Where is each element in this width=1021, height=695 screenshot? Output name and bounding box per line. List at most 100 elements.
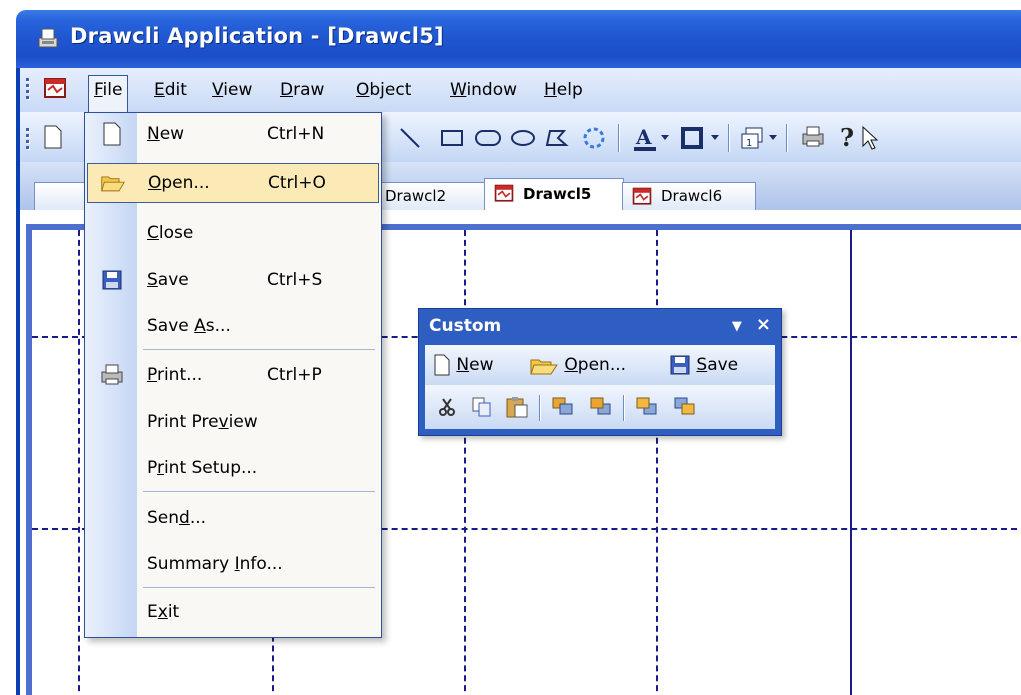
menu-view[interactable]: View bbox=[206, 76, 258, 104]
ole-object-icon[interactable] bbox=[580, 124, 608, 152]
toolbar-options-icon[interactable]: ▼ bbox=[732, 319, 742, 334]
rectangle-tool-icon[interactable] bbox=[440, 126, 464, 150]
save-disk-icon bbox=[102, 270, 122, 290]
tab-drawcl5[interactable]: Drawcl5 bbox=[484, 178, 624, 211]
close-icon[interactable]: × bbox=[756, 314, 771, 335]
send-backward-icon[interactable] bbox=[673, 396, 697, 418]
menu-item-label: Close bbox=[147, 223, 194, 243]
menu-item-open[interactable]: Open... Ctrl+O bbox=[87, 163, 379, 203]
toolbar-separator bbox=[623, 395, 624, 421]
menu-edit[interactable]: Edit bbox=[148, 76, 193, 104]
menu-file[interactable]: File bbox=[88, 75, 129, 112]
toolbar-separator bbox=[786, 124, 787, 152]
new-document-icon bbox=[434, 354, 450, 376]
menu-item-send[interactable]: Send... bbox=[85, 499, 381, 539]
grid-line bbox=[78, 230, 80, 695]
menu-item-new[interactable]: New Ctrl+N bbox=[85, 115, 381, 155]
menu-separator bbox=[143, 349, 375, 350]
custom-toolbar-row: New Open... Save bbox=[425, 345, 775, 385]
svg-text:A: A bbox=[635, 125, 652, 149]
help-icon[interactable]: ? bbox=[838, 124, 858, 152]
printer-icon[interactable] bbox=[800, 124, 826, 150]
menu-item-shortcut: Ctrl+P bbox=[267, 365, 322, 385]
context-help-icon[interactable] bbox=[860, 124, 880, 152]
menu-object[interactable]: Object bbox=[350, 76, 417, 104]
paste-icon[interactable] bbox=[505, 395, 529, 419]
toolbar-separator bbox=[728, 124, 729, 152]
menubar-grip[interactable] bbox=[26, 78, 30, 102]
svg-text:1: 1 bbox=[746, 138, 752, 149]
page-boundary-line bbox=[850, 230, 852, 695]
menu-item-shortcut: Ctrl+O bbox=[268, 173, 326, 193]
grid-line bbox=[656, 230, 658, 695]
bring-forward-icon[interactable] bbox=[635, 396, 659, 418]
toolbar-grip[interactable] bbox=[26, 128, 30, 152]
window-tile-icon[interactable]: 1 bbox=[740, 126, 764, 150]
menu-separator bbox=[143, 491, 375, 492]
menu-item-shortcut: Ctrl+N bbox=[267, 124, 325, 144]
grid-line bbox=[464, 230, 466, 695]
menu-item-summary-info[interactable]: Summary Info... bbox=[85, 545, 381, 585]
send-to-back-icon[interactable] bbox=[589, 396, 613, 418]
rounded-rect-tool-icon[interactable] bbox=[474, 126, 502, 150]
toolbar-separator bbox=[618, 124, 619, 152]
window-title: Drawcli Application - [Drawcl5] bbox=[70, 24, 444, 48]
toolbar-separator bbox=[539, 395, 540, 421]
menu-bar: File Edit View Draw Object Window Help bbox=[16, 68, 1021, 112]
menu-item-label: New bbox=[147, 124, 185, 144]
tab-drawcl2[interactable]: Drawcl2 bbox=[370, 182, 492, 211]
text-color-icon[interactable]: A bbox=[632, 124, 658, 152]
menu-item-close[interactable]: Close bbox=[85, 214, 381, 254]
line-tool-icon[interactable] bbox=[398, 126, 422, 150]
tab-label: Drawcl2 bbox=[385, 187, 447, 205]
title-bar[interactable]: Drawcli Application - [Drawcl5] bbox=[16, 10, 1021, 68]
application-window: Drawcli Application - [Drawcl5] File Edi… bbox=[0, 0, 1021, 695]
custom-toolbar-row bbox=[425, 385, 775, 429]
printer-icon bbox=[101, 364, 123, 385]
line-color-icon[interactable] bbox=[680, 126, 704, 150]
menu-item-save-as[interactable]: Save As... bbox=[85, 307, 381, 347]
file-menu-dropdown: New Ctrl+N Open... Ctrl+O Close Save Ctr… bbox=[84, 112, 382, 638]
menu-item-label: Print Preview bbox=[147, 412, 258, 432]
svg-text:?: ? bbox=[840, 124, 854, 152]
save-disk-icon bbox=[670, 355, 690, 375]
chevron-down-icon[interactable] bbox=[710, 134, 720, 142]
chevron-down-icon[interactable] bbox=[660, 134, 670, 142]
custom-new-button[interactable]: New bbox=[433, 354, 494, 376]
menu-item-shortcut: Ctrl+S bbox=[267, 270, 323, 290]
menu-item-save[interactable]: Save Ctrl+S bbox=[85, 261, 381, 301]
toolbar-new-icon[interactable] bbox=[42, 124, 64, 150]
tab-drawcl6[interactable]: Drawcl6 bbox=[622, 182, 756, 211]
cut-icon[interactable] bbox=[437, 397, 457, 417]
menu-item-label: Summary Info... bbox=[147, 554, 283, 574]
document-icon bbox=[494, 184, 514, 202]
custom-toolbar[interactable]: Custom ▼ × New Open... Save bbox=[418, 308, 782, 436]
tab-label: Drawcl5 bbox=[523, 185, 592, 203]
menu-item-label: Save bbox=[147, 270, 189, 290]
custom-toolbar-controls: ▼ × bbox=[732, 314, 771, 335]
document-icon bbox=[632, 187, 652, 205]
open-folder-icon bbox=[530, 359, 558, 375]
custom-save-button[interactable]: Save bbox=[669, 354, 738, 376]
menu-item-exit[interactable]: Exit bbox=[85, 593, 381, 633]
new-document-icon bbox=[103, 122, 121, 146]
copy-icon[interactable] bbox=[471, 396, 493, 418]
open-folder-icon bbox=[101, 176, 126, 192]
chevron-down-icon[interactable] bbox=[768, 134, 778, 142]
app-icon bbox=[38, 28, 58, 48]
bring-to-front-icon[interactable] bbox=[551, 396, 575, 418]
document-icon[interactable] bbox=[42, 76, 68, 102]
custom-open-button[interactable]: Open... bbox=[529, 354, 626, 376]
polygon-tool-icon[interactable] bbox=[544, 126, 570, 150]
ellipse-tool-icon[interactable] bbox=[510, 126, 536, 150]
menu-item-print-preview[interactable]: Print Preview bbox=[85, 403, 381, 443]
menu-item-print-setup[interactable]: Print Setup... bbox=[85, 449, 381, 489]
custom-toolbar-title: Custom bbox=[429, 316, 502, 336]
tab-label: Drawcl6 bbox=[661, 187, 723, 205]
menu-item-label: Exit bbox=[147, 602, 180, 622]
menu-draw[interactable]: Draw bbox=[274, 76, 330, 104]
menu-help[interactable]: Help bbox=[538, 76, 589, 104]
menu-window[interactable]: Window bbox=[444, 76, 523, 104]
menu-item-label: Save As... bbox=[147, 316, 231, 336]
menu-item-print[interactable]: Print... Ctrl+P bbox=[85, 356, 381, 396]
